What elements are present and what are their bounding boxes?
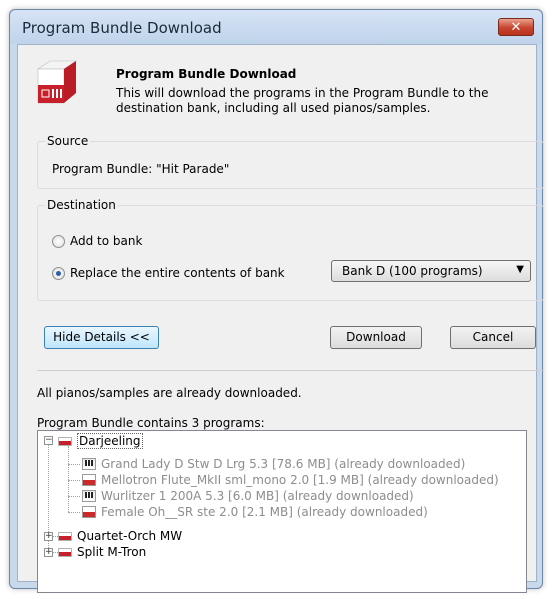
source-label: Source [45,134,91,148]
sample-icon [82,506,96,518]
radio-replace-bank[interactable]: Replace the entire contents of bank [52,266,285,280]
window-title: Program Bundle Download [22,19,222,37]
header-description: This will download the programs in the P… [116,86,489,115]
program-bundle-icon [32,59,78,105]
tree-item-label: Wurlitzer 1 200A 5.3 [6.0 MB] (already d… [101,489,414,503]
hide-details-button[interactable]: Hide Details << [44,326,159,349]
chevron-down-icon: ▼ [516,264,524,275]
separator [37,370,544,371]
tree-item-label: Mellotron Flute_MkII sml_mono 2.0 [1.9 M… [101,473,499,487]
tree-item-sample[interactable]: Female Oh__SR ste 2.0 [2.1 MB] (already … [82,504,428,520]
tree-item-label: Split M-Tron [77,545,147,559]
program-icon [58,436,72,446]
tree-item-piano[interactable]: Wurlitzer 1 200A 5.3 [6.0 MB] (already d… [82,488,414,504]
program-icon [58,547,72,557]
source-group: Source Program Bundle: "Hit Parade" [37,134,544,189]
header-title: Program Bundle Download [116,67,297,81]
bank-select[interactable]: Bank D (100 programs) ▼ [331,260,531,282]
close-button[interactable]: ✕ [498,18,534,36]
dialog-window: Program Bundle Download ✕ Program Bundle… [9,9,544,593]
radio-button[interactable] [52,234,65,248]
radio-add-to-bank[interactable]: Add to bank [52,234,142,248]
title-bar[interactable]: Program Bundle Download ✕ [10,10,542,44]
radio-label: Replace the entire contents of bank [70,266,285,280]
tree-item-piano[interactable]: Grand Lady D Stw D Lrg 5.3 [78.6 MB] (al… [82,456,465,472]
radio-label: Add to bank [70,234,143,248]
radio-button-checked[interactable] [52,266,65,280]
sample-icon [82,474,96,486]
tree-item-label: Quartet-Orch MW [77,529,183,543]
download-status: All pianos/samples are already downloade… [37,386,302,400]
tree-item-program[interactable]: Darjeeling [58,433,143,449]
bundle-contents-label: Program Bundle contains 3 programs: [37,416,265,430]
piano-icon [82,490,96,502]
tree-item-label: Darjeeling [77,433,143,449]
piano-icon [82,458,96,470]
source-text: Program Bundle: "Hit Parade" [52,162,230,176]
bank-select-value: Bank D (100 programs) [342,264,483,278]
download-button[interactable]: Download [330,326,422,349]
tree-item-label: Female Oh__SR ste 2.0 [2.1 MB] (already … [101,505,428,519]
destination-group: Destination Add to bank Replace the enti… [37,198,544,301]
expand-toggle[interactable]: + [44,548,53,557]
destination-label: Destination [45,198,118,212]
tree-item-sample[interactable]: Mellotron Flute_MkII sml_mono 2.0 [1.9 M… [82,472,499,488]
cancel-button[interactable]: Cancel [450,326,536,349]
expand-toggle[interactable]: + [44,532,53,541]
program-icon [58,531,72,541]
tree-item-program[interactable]: Split M-Tron [58,544,146,560]
tree-item-program[interactable]: Quartet-Orch MW [58,528,182,544]
program-tree[interactable]: − Darjeeling Grand Lady D Stw D Lrg 5.3 … [37,430,527,593]
collapse-toggle[interactable]: − [44,436,53,445]
tree-item-label: Grand Lady D Stw D Lrg 5.3 [78.6 MB] (al… [101,457,466,471]
